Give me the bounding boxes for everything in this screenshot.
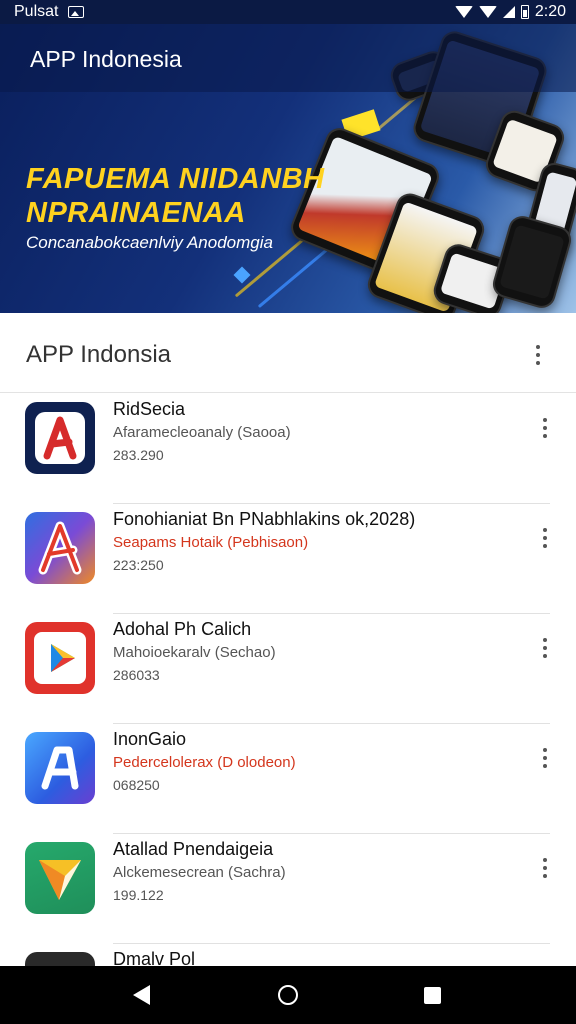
more-options-icon[interactable] — [535, 345, 541, 365]
app-name: Adohal Ph Calich — [113, 619, 252, 639]
app-list-item[interactable]: RidSecia Afaramecleoanaly (Saooa) 283.29… — [0, 394, 576, 504]
battery-icon — [520, 5, 529, 19]
gradient-a-logo-icon — [25, 512, 95, 584]
play-store-icon — [25, 622, 95, 694]
wifi-icon — [454, 6, 473, 18]
banner-subtitle: Concanabokcaenlviy Anodomgia — [26, 233, 273, 252]
app-name: Fonohianiat Bn PNabhlakins ok,2028) — [113, 509, 416, 529]
app-count: 283.290 — [113, 447, 164, 463]
more-options-icon[interactable] — [542, 858, 548, 878]
app-list-item[interactable]: Adohal Ph Calich Mahoioekaralv (Sechao) … — [0, 614, 576, 724]
image-icon — [68, 6, 85, 18]
status-right: 2:20 — [454, 3, 566, 21]
more-options-icon[interactable] — [542, 638, 548, 658]
app-subtitle: Mahoioekaralv (Sechao) — [113, 644, 276, 661]
more-options-icon[interactable] — [542, 748, 548, 768]
home-icon[interactable] — [278, 985, 298, 1005]
banner-headline: FAPUEMA NIIDANBH NPRAINAENAA — [26, 162, 325, 230]
signal-icon — [502, 6, 515, 18]
banner-headline-line: FAPUEMA NIIDANBH — [26, 163, 325, 195]
banner-app-title: APP Indonesia — [30, 46, 182, 72]
recents-icon[interactable] — [424, 987, 441, 1004]
list-title: APP Indonsia — [26, 341, 171, 368]
app-count: 223:250 — [113, 557, 164, 573]
app-name: RidSecia — [113, 399, 186, 419]
app-subtitle: Afaramecleoanaly (Saooa) — [113, 424, 291, 441]
phone-illustration — [489, 212, 575, 312]
app-count: 068250 — [113, 777, 160, 793]
back-icon[interactable] — [133, 985, 150, 1005]
status-left: Pulsat — [14, 3, 85, 21]
status-bar: Pulsat 2:20 — [0, 0, 576, 24]
app-subtitle: Pedercelolerax (D olodeon) — [113, 754, 296, 771]
carrier-label: Pulsat — [14, 3, 59, 20]
promo-banner[interactable]: APP Indonesia FAPUEMA NIIDANBH NPRAINAEN… — [0, 24, 576, 313]
app-count: 286033 — [113, 667, 160, 683]
app-count: 199.122 — [113, 887, 164, 903]
decor-cube — [233, 266, 251, 284]
clock: 2:20 — [534, 3, 566, 20]
banner-headline-line: NPRAINAENAA — [26, 197, 246, 229]
blue-a-logo-icon — [25, 732, 95, 804]
app-subtitle: Alckemesecrean (Sachra) — [113, 864, 286, 881]
red-a-logo-icon — [25, 402, 95, 474]
app-list-item[interactable]: InonGaio Pedercelolerax (D olodeon) 0682… — [0, 724, 576, 834]
app-subtitle: Seapams Hotaik (Pebhisaon) — [113, 534, 309, 551]
arrow-logo-icon — [25, 842, 95, 914]
app-name: InonGaio — [113, 729, 187, 749]
navigation-bar — [0, 966, 576, 1024]
app-list-item[interactable]: Atallad Pnendaigeia Alckemesecrean (Sach… — [0, 834, 576, 944]
more-options-icon[interactable] — [542, 528, 548, 548]
more-options-icon[interactable] — [542, 418, 548, 438]
list-header: APP Indonsia — [0, 313, 576, 393]
app-name: Atallad Pnendaigeia — [113, 839, 274, 859]
app-list-item[interactable]: Fonohianiat Bn PNabhlakins ok,2028) Seap… — [0, 504, 576, 614]
wifi-icon-secondary — [478, 6, 497, 18]
